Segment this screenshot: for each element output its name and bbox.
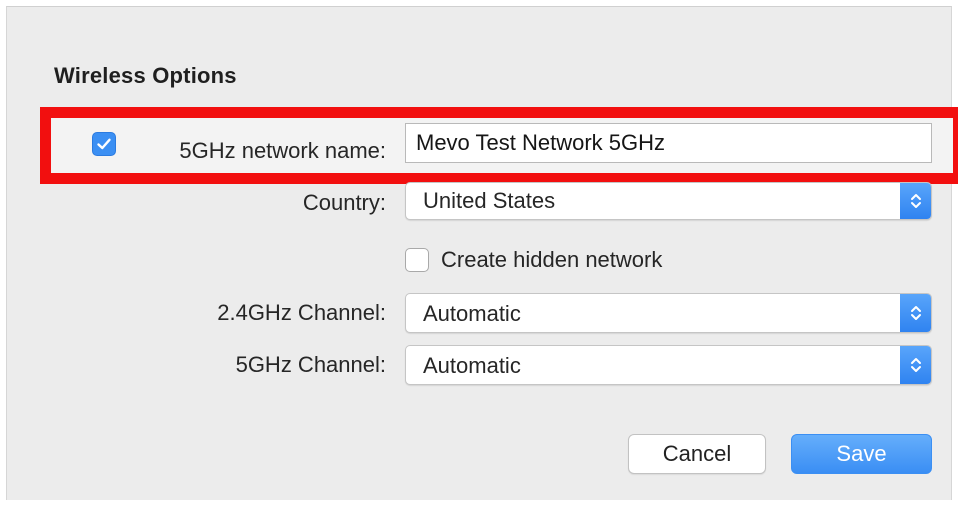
cancel-button[interactable]: Cancel [628, 434, 766, 474]
wireless-options-dialog: Wireless Options 5GHz network name: Mevo… [6, 6, 958, 500]
section-title: Wireless Options [54, 63, 237, 88]
hidden-network-checkbox[interactable] [405, 248, 429, 272]
channel-24-select[interactable]: Automatic [405, 293, 932, 333]
channel-5-select-value: Automatic [423, 353, 521, 378]
checkmark-icon [97, 138, 111, 150]
channel-5-stepper[interactable] [900, 346, 931, 384]
channel-24-label: 2.4GHz Channel: [217, 300, 386, 325]
country-label: Country: [302, 190, 386, 215]
country-select-value: United States [423, 188, 556, 213]
country-select[interactable]: United States [405, 182, 932, 220]
channel-5-label: 5GHz Channel: [235, 352, 386, 377]
save-button[interactable]: Save [791, 434, 932, 474]
country-stepper[interactable] [900, 183, 931, 219]
up-down-chevron-icon [911, 194, 921, 208]
up-down-chevron-icon [911, 306, 921, 320]
up-down-chevron-icon [911, 358, 921, 372]
channel-24-stepper[interactable] [900, 294, 931, 332]
channel-5-select[interactable]: Automatic [405, 345, 932, 385]
network-name-label: 5GHz network name: [179, 138, 386, 163]
network-name-field[interactable]: Mevo Test Network 5GHz [405, 123, 932, 163]
hidden-network-label: Create hidden network [441, 247, 663, 272]
channel-24-select-value: Automatic [423, 301, 521, 326]
network-name-checkbox[interactable] [92, 132, 116, 156]
